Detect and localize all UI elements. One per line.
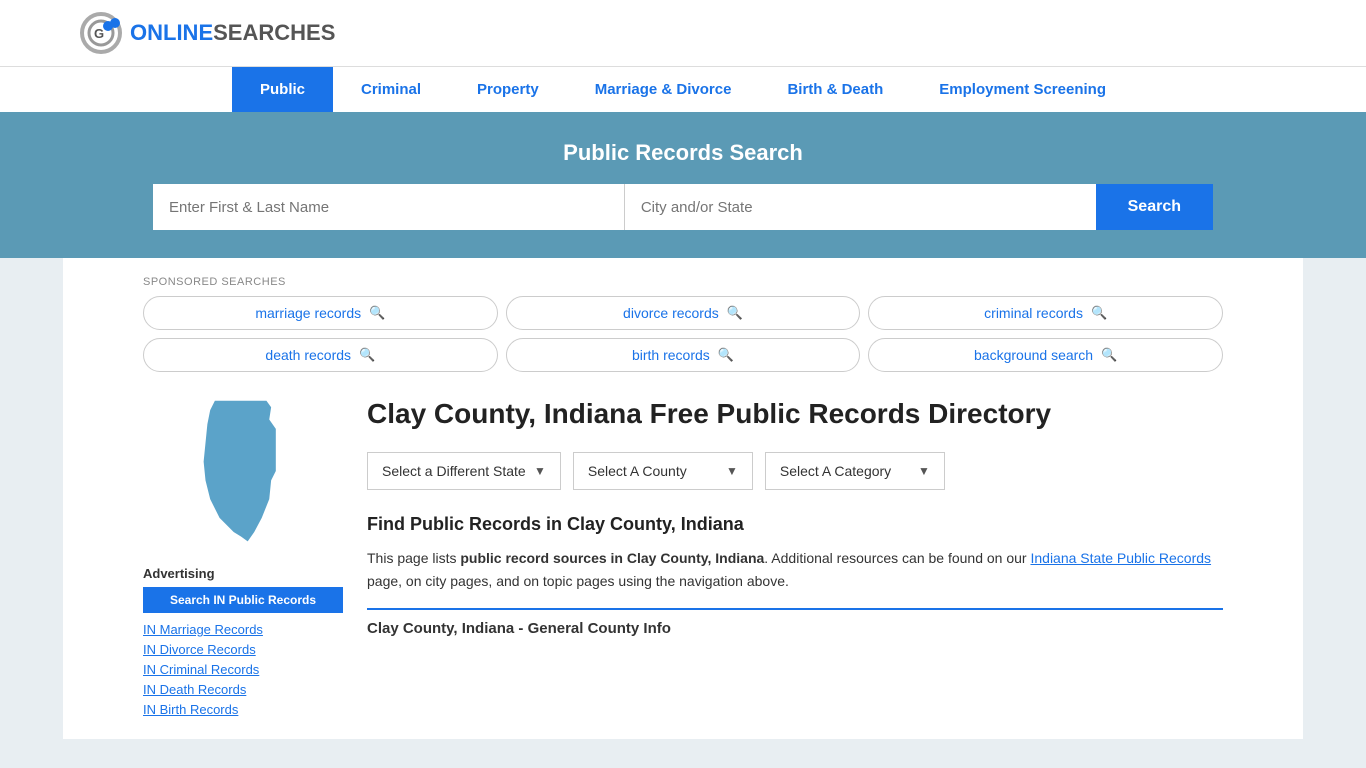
sponsored-label: SPONSORED SEARCHES [143, 276, 1223, 288]
pill-label: marriage records [255, 305, 361, 321]
list-item: IN Death Records [143, 681, 343, 697]
dropdowns: Select a Different State ▼ Select A Coun… [367, 452, 1223, 490]
desc-part2: . Additional resources can be found on o… [764, 550, 1030, 566]
county-select[interactable]: Select A County [588, 463, 718, 479]
sidebar: Advertising Search IN Public Records IN … [143, 396, 343, 721]
pill-birth-records[interactable]: birth records 🔍 [506, 338, 861, 372]
main-content: Clay County, Indiana Free Public Records… [367, 396, 1223, 721]
desc-part3: page, on city pages, and on topic pages … [367, 573, 789, 589]
header: G ONLINE SEARCHES [0, 0, 1366, 66]
location-input[interactable] [625, 184, 1096, 230]
chevron-down-icon: ▼ [534, 464, 546, 478]
search-banner: Public Records Search Search [0, 112, 1366, 258]
logo-online: ONLINE [130, 20, 213, 46]
page-description: This page lists public record sources in… [367, 547, 1223, 592]
county-dropdown[interactable]: Select A County ▼ [573, 452, 753, 490]
sidebar-link-death[interactable]: IN Death Records [143, 682, 246, 697]
search-form: Search [153, 184, 1213, 230]
search-icon: 🔍 [727, 305, 743, 321]
county-info-header: Clay County, Indiana - General County In… [367, 608, 1223, 637]
pill-label: divorce records [623, 305, 719, 321]
list-item: IN Divorce Records [143, 641, 343, 657]
pill-label: death records [265, 347, 351, 363]
state-select[interactable]: Select a Different State [382, 463, 526, 479]
find-title: Find Public Records in Clay County, Indi… [367, 514, 1223, 535]
logo-searches: SEARCHES [213, 20, 335, 46]
content-area: Advertising Search IN Public Records IN … [143, 396, 1223, 721]
desc-part1: This page lists [367, 550, 460, 566]
pill-label: criminal records [984, 305, 1083, 321]
sidebar-link-marriage[interactable]: IN Marriage Records [143, 622, 263, 637]
pill-divorce-records[interactable]: divorce records 🔍 [506, 296, 861, 330]
sidebar-links: IN Marriage Records IN Divorce Records I… [143, 621, 343, 717]
nav-item-birth-death[interactable]: Birth & Death [759, 67, 911, 112]
list-item: IN Birth Records [143, 701, 343, 717]
ad-button[interactable]: Search IN Public Records [143, 587, 343, 613]
list-item: IN Marriage Records [143, 621, 343, 637]
desc-bold: public record sources in Clay County, In… [460, 550, 764, 566]
nav-item-criminal[interactable]: Criminal [333, 67, 449, 112]
search-icon: 🔍 [1101, 347, 1117, 363]
nav-item-public[interactable]: Public [232, 67, 333, 112]
pill-label: birth records [632, 347, 710, 363]
main-nav: Public Criminal Property Marriage & Divo… [0, 66, 1366, 112]
sidebar-link-criminal[interactable]: IN Criminal Records [143, 662, 259, 677]
svg-text:G: G [94, 26, 104, 41]
nav-item-marriage-divorce[interactable]: Marriage & Divorce [567, 67, 760, 112]
search-button[interactable]: Search [1096, 184, 1213, 230]
name-input[interactable] [153, 184, 625, 230]
list-item: IN Criminal Records [143, 661, 343, 677]
advertising-label: Advertising [143, 566, 343, 581]
pill-label: background search [974, 347, 1093, 363]
nav-item-employment[interactable]: Employment Screening [911, 67, 1134, 112]
nav-item-property[interactable]: Property [449, 67, 567, 112]
category-dropdown[interactable]: Select A Category ▼ [765, 452, 945, 490]
logo: G ONLINE SEARCHES [80, 12, 335, 54]
pill-background-search[interactable]: background search 🔍 [868, 338, 1223, 372]
indiana-records-link[interactable]: Indiana State Public Records [1030, 550, 1211, 566]
logo-text: ONLINE SEARCHES [130, 20, 335, 46]
search-icon: 🔍 [718, 347, 734, 363]
search-icon: 🔍 [1091, 305, 1107, 321]
main-container: SPONSORED SEARCHES marriage records 🔍 di… [63, 258, 1303, 739]
chevron-down-icon: ▼ [918, 464, 930, 478]
category-select[interactable]: Select A Category [780, 463, 910, 479]
pill-criminal-records[interactable]: criminal records 🔍 [868, 296, 1223, 330]
page-title: Clay County, Indiana Free Public Records… [367, 396, 1223, 432]
logo-icon: G [80, 12, 122, 54]
state-dropdown[interactable]: Select a Different State ▼ [367, 452, 561, 490]
pill-death-records[interactable]: death records 🔍 [143, 338, 498, 372]
banner-title: Public Records Search [80, 140, 1286, 166]
search-icon: 🔍 [369, 305, 385, 321]
sidebar-link-divorce[interactable]: IN Divorce Records [143, 642, 256, 657]
search-pills: marriage records 🔍 divorce records 🔍 cri… [143, 296, 1223, 372]
search-icon: 🔍 [359, 347, 375, 363]
indiana-map [183, 396, 303, 546]
chevron-down-icon: ▼ [726, 464, 738, 478]
sidebar-link-birth[interactable]: IN Birth Records [143, 702, 238, 717]
pill-marriage-records[interactable]: marriage records 🔍 [143, 296, 498, 330]
